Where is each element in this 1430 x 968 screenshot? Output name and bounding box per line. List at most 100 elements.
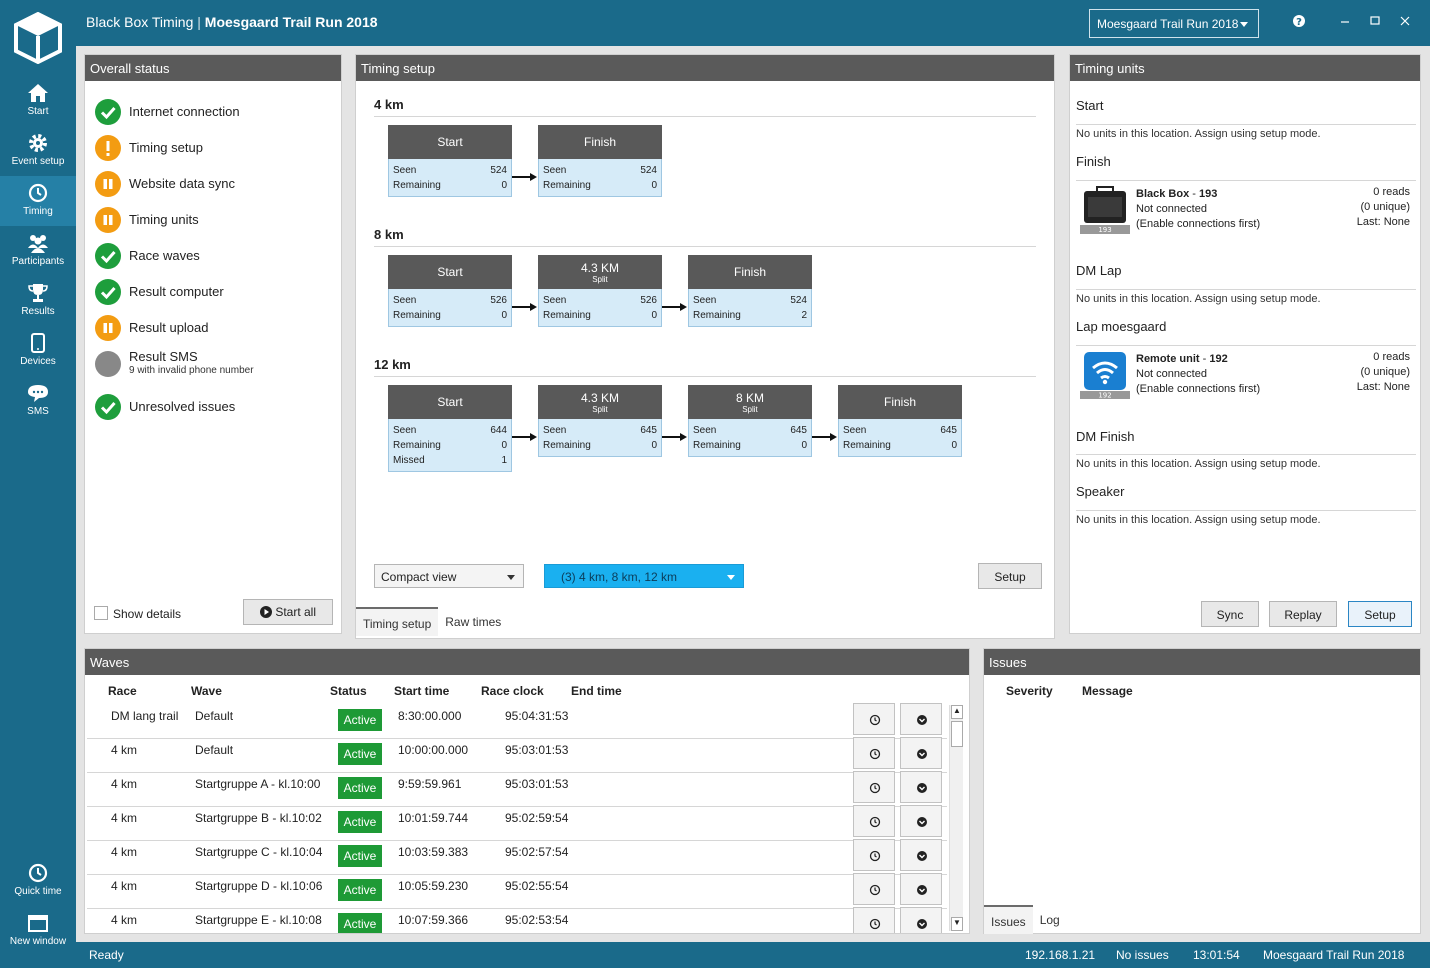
nav-new-window[interactable]: New window xyxy=(0,906,76,956)
status-item[interactable]: Timing setup xyxy=(95,133,203,163)
wave-menu-button[interactable] xyxy=(900,873,942,905)
set-start-time-button[interactable] xyxy=(853,907,895,933)
help-button[interactable]: ? xyxy=(1292,14,1306,28)
tab-timing-setup[interactable]: Timing setup xyxy=(356,607,439,636)
set-start-time-button[interactable] xyxy=(853,873,895,905)
unit-name: Black Box xyxy=(1136,188,1190,200)
race-filter-select[interactable]: (3) 4 km, 8 km, 12 km xyxy=(544,564,744,588)
set-start-time-button[interactable] xyxy=(853,737,895,769)
column-status[interactable]: Status xyxy=(330,684,367,698)
status-item[interactable]: Internet connection xyxy=(95,97,240,127)
wave-menu-button[interactable] xyxy=(900,805,942,837)
timing-point[interactable]: Finish Seen 524 Remaining 2 xyxy=(688,255,812,327)
table-row[interactable]: DM lang trail Default Active 8:30:00.000 95:… xyxy=(87,703,947,739)
nav-devices[interactable]: Devices xyxy=(0,326,76,376)
timing-point[interactable]: Finish Seen 524 Remaining 0 xyxy=(538,125,662,197)
chevron-down-icon xyxy=(917,919,927,929)
timing-point[interactable]: 4.3 KM Split Seen 526 Remaining 0 xyxy=(538,255,662,327)
unit-reads: 0 reads (0 unique) Last: None xyxy=(1357,350,1410,395)
status-item[interactable]: Race waves xyxy=(95,241,200,271)
table-row[interactable]: 4 km Default Active 10:00:00.000 95:03:01:53 xyxy=(87,737,947,773)
nav-event-setup[interactable]: Event setup xyxy=(0,126,76,176)
timing-point[interactable]: 8 KM Split Seen 645 Remaining 0 xyxy=(688,385,812,457)
unit-reads: 0 reads (0 unique) Last: None xyxy=(1357,185,1410,230)
table-row[interactable]: 4 km Startgruppe A - kl.10:00 Active 9:59:5… xyxy=(87,771,947,807)
status-item[interactable]: Result SMS 9 with invalid phone number xyxy=(95,349,254,379)
wave-menu-button[interactable] xyxy=(900,737,942,769)
status-item[interactable]: Timing units xyxy=(95,205,199,235)
cell-start-time: 10:01:59.744 xyxy=(398,811,469,825)
stat-label: Seen xyxy=(543,425,567,436)
timing-point[interactable]: Start Seen 524 Remaining 0 xyxy=(388,125,512,197)
timing-point[interactable]: Finish Seen 645 Remaining 0 xyxy=(838,385,962,457)
close-button[interactable] xyxy=(1398,14,1412,28)
set-start-time-button[interactable] xyxy=(853,805,895,837)
tab-raw-times[interactable]: Raw times xyxy=(438,607,508,636)
no-units-message: No units in this location. Assign using … xyxy=(1076,458,1321,470)
nav-sms[interactable]: SMS xyxy=(0,376,76,426)
set-start-time-button[interactable] xyxy=(853,771,895,803)
units-setup-button[interactable]: Setup xyxy=(1348,601,1412,627)
cell-race: 4 km xyxy=(111,845,138,859)
replay-button[interactable]: Replay xyxy=(1269,601,1337,627)
nav-results[interactable]: Results xyxy=(0,276,76,326)
table-row[interactable]: 4 km Startgruppe D - kl.10:06 Active 10:05:… xyxy=(87,873,947,909)
timing-point-name: Finish xyxy=(883,395,916,409)
nav-timing[interactable]: Timing xyxy=(0,176,76,226)
table-row[interactable]: 4 km Startgruppe B - kl.10:02 Active 10:01:… xyxy=(87,805,947,841)
scroll-down-icon[interactable]: ▼ xyxy=(951,917,963,931)
start-all-button[interactable]: Start all xyxy=(243,599,333,625)
wave-menu-button[interactable] xyxy=(900,771,942,803)
waves-scrollbar[interactable]: ▲ ▼ xyxy=(949,705,963,931)
status-item[interactable]: Result computer xyxy=(95,277,224,307)
timing-point[interactable]: 4.3 KM Split Seen 645 Remaining 0 xyxy=(538,385,662,457)
nav-label: Event setup xyxy=(11,156,65,167)
stat-value: 0 xyxy=(801,440,807,451)
stat-label: Remaining xyxy=(543,310,591,321)
status-item[interactable]: Result upload xyxy=(95,313,209,343)
column-severity[interactable]: Severity xyxy=(1006,684,1053,698)
column-race-clock[interactable]: Race clock xyxy=(481,684,544,698)
column-end-time[interactable]: End time xyxy=(571,684,622,698)
table-row[interactable]: 4 km Startgruppe C - kl.10:04 Active 10:03:… xyxy=(87,839,947,875)
sync-button[interactable]: Sync xyxy=(1201,601,1259,627)
table-row[interactable]: 4 km Startgruppe E - kl.10:08 Active 10:07:… xyxy=(87,907,947,933)
timing-point[interactable]: Start Seen 644 Remaining 0 Missed 1 xyxy=(388,385,512,472)
nav-participants[interactable]: Participants xyxy=(0,226,76,276)
event-selector[interactable]: Moesgaard Trail Run 2018 xyxy=(1089,9,1259,38)
wave-menu-button[interactable] xyxy=(900,839,942,871)
timing-point-stats: Seen 645 Remaining 0 xyxy=(688,419,812,457)
stat-row: Remaining 0 xyxy=(843,438,957,453)
view-mode-value: Compact view xyxy=(381,570,457,584)
wave-menu-button[interactable] xyxy=(900,703,942,735)
show-details-checkbox[interactable] xyxy=(94,606,108,620)
nav-quick-time[interactable]: Quick time xyxy=(0,856,76,906)
column-message[interactable]: Message xyxy=(1082,684,1133,698)
pause-icon xyxy=(95,207,121,233)
tab-issues[interactable]: Issues xyxy=(984,905,1033,934)
status-item[interactable]: Unresolved issues xyxy=(95,392,235,422)
column-wave[interactable]: Wave xyxy=(191,684,222,698)
timing-point[interactable]: Start Seen 526 Remaining 0 xyxy=(388,255,512,327)
minimize-button[interactable] xyxy=(1338,14,1352,28)
timing-setup-button[interactable]: Setup xyxy=(978,563,1042,589)
column-race[interactable]: Race xyxy=(108,684,137,698)
waves-panel: Waves Race Wave Status Start time Race c… xyxy=(84,648,970,934)
timing-unit-card[interactable]: 192 Remote unit - 192 Not connected (Ena… xyxy=(1080,350,1410,406)
cell-race-clock: 95:02:59:54 xyxy=(505,811,569,825)
status-item[interactable]: Website data sync xyxy=(95,169,235,199)
tab-log[interactable]: Log xyxy=(1033,905,1067,934)
nav-start[interactable]: Start xyxy=(0,76,76,126)
cell-start-time: 10:03:59.383 xyxy=(398,845,469,859)
column-start-time[interactable]: Start time xyxy=(394,684,449,698)
set-start-time-button[interactable] xyxy=(853,703,895,735)
maximize-button[interactable] xyxy=(1368,14,1382,28)
scroll-thumb[interactable] xyxy=(951,721,963,747)
timing-unit-card[interactable]: 193 Black Box - 193 Not connected (Enabl… xyxy=(1080,185,1410,241)
chevron-down-icon xyxy=(917,851,927,861)
view-mode-select[interactable]: Compact view xyxy=(374,564,524,588)
set-start-time-button[interactable] xyxy=(853,839,895,871)
setup-label: Setup xyxy=(994,570,1026,584)
wave-menu-button[interactable] xyxy=(900,907,942,933)
scroll-up-icon[interactable]: ▲ xyxy=(951,705,963,719)
